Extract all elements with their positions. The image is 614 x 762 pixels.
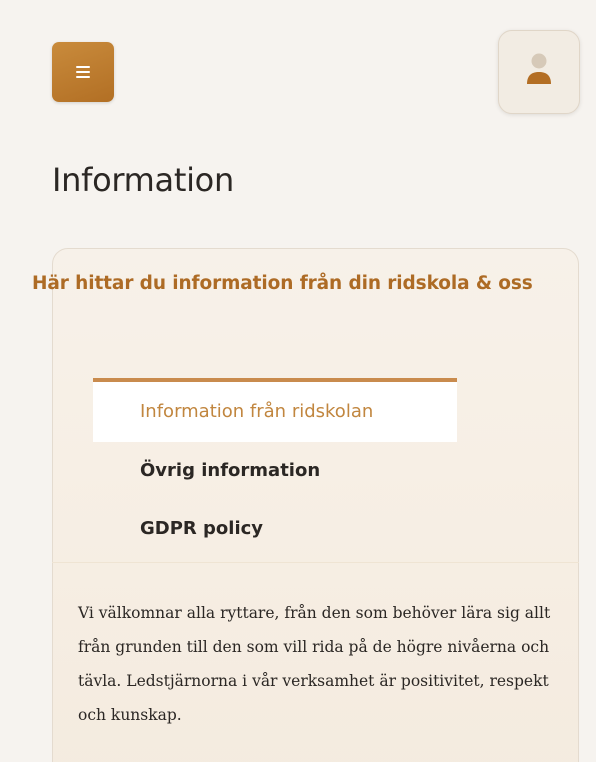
page-title: Information xyxy=(52,161,234,199)
info-body-text: Vi välkomnar alla ryttare, från den som … xyxy=(78,604,551,724)
hamburger-menu-icon xyxy=(76,65,90,79)
user-profile-button[interactable] xyxy=(498,30,580,114)
app-page: Information Här hittar du information fr… xyxy=(0,0,596,762)
user-icon xyxy=(527,53,551,84)
tabs-divider xyxy=(52,562,579,563)
tab-gdpr-policy[interactable]: GDPR policy xyxy=(93,500,457,558)
info-tabs: Information från ridskolan Övrig informa… xyxy=(93,378,457,558)
tab-ovrig-information[interactable]: Övrig information xyxy=(93,442,457,500)
card-heading: Här hittar du information från din ridsk… xyxy=(32,273,533,294)
tab-information-fran-ridskolan[interactable]: Information från ridskolan xyxy=(93,378,457,442)
menu-button[interactable] xyxy=(52,42,114,102)
